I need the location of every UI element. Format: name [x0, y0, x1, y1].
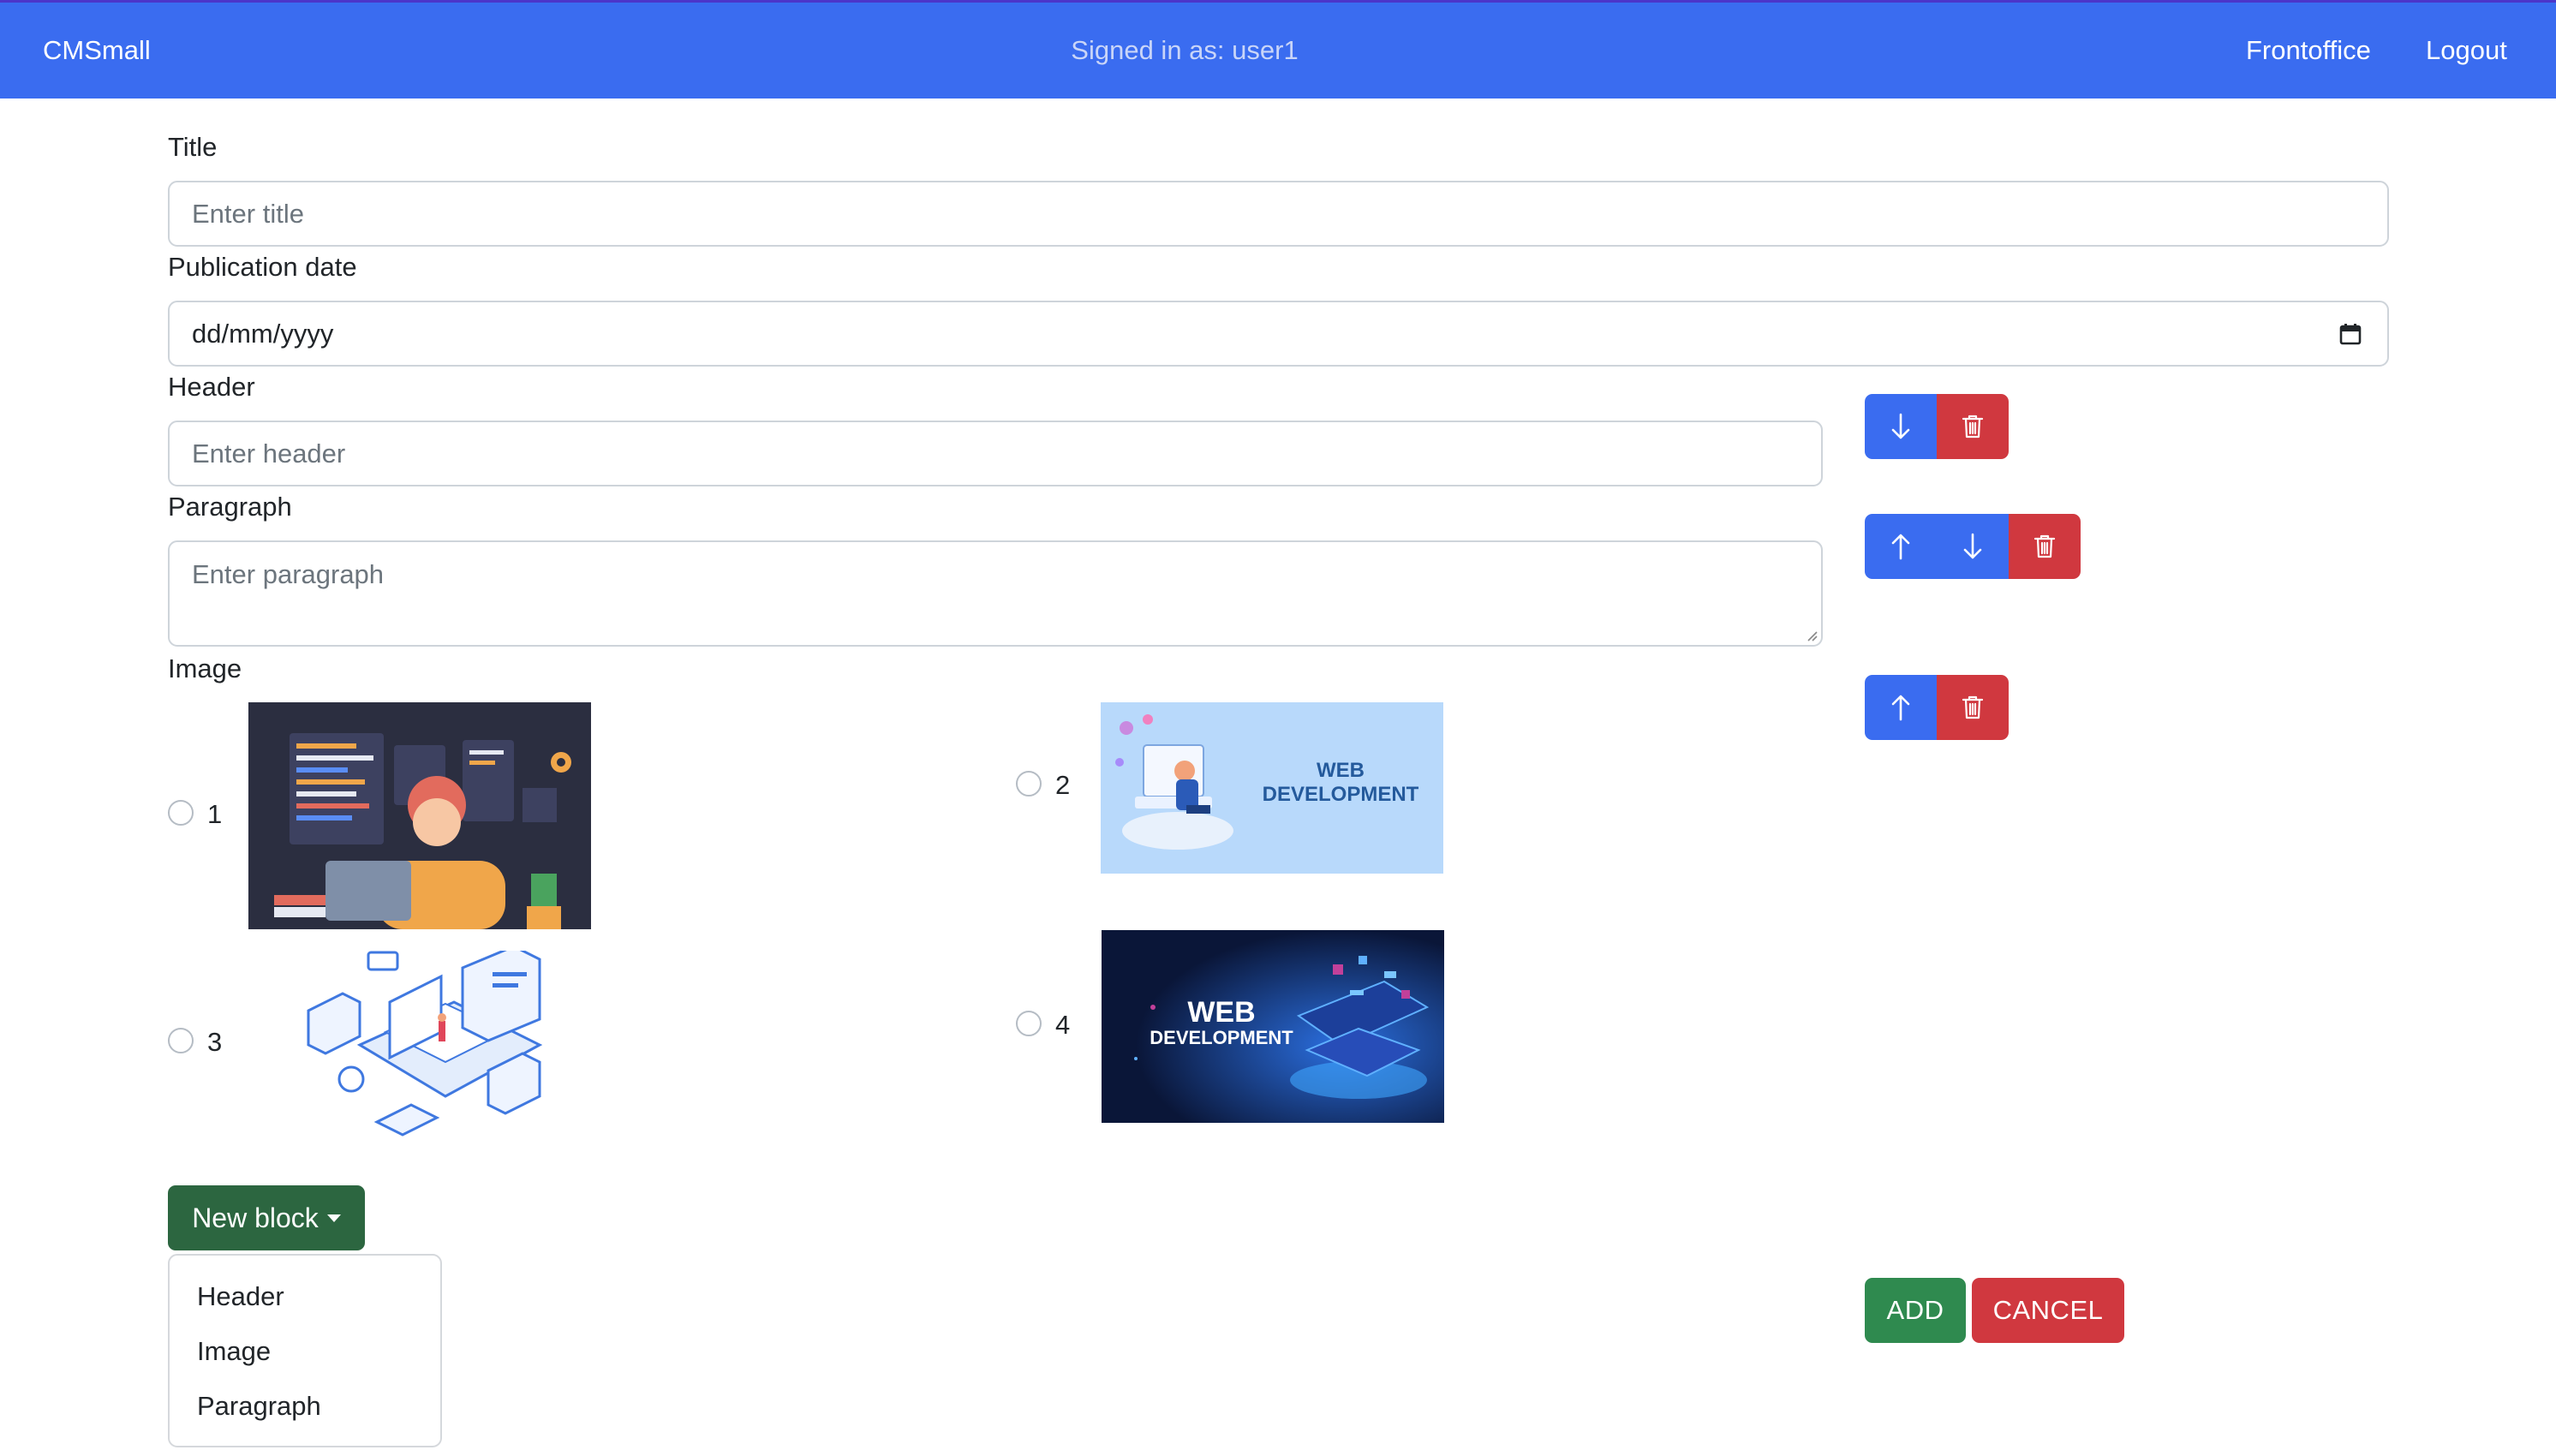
frontoffice-link[interactable]: Frontoffice: [2246, 35, 2371, 66]
header-block-label: Header: [168, 372, 255, 402]
arrow-up-icon: [1891, 695, 1910, 721]
header-input[interactable]: Enter header: [168, 421, 1823, 486]
paragraph-move-up-button[interactable]: [1865, 514, 1937, 579]
image-delete-button[interactable]: [1937, 675, 2009, 740]
image-option-number-4: 4: [1055, 1010, 1071, 1040]
publication-date-label: Publication date: [168, 252, 357, 282]
new-block-label: New block: [192, 1202, 319, 1233]
menu-item-header[interactable]: Header: [197, 1281, 284, 1312]
header-move-down-button[interactable]: [1865, 394, 1937, 459]
publication-date-input[interactable]: dd/mm/yyyy: [168, 301, 2389, 367]
image-radio-1[interactable]: [168, 800, 194, 826]
header-delete-button[interactable]: [1937, 394, 2009, 459]
image-block-label: Image: [168, 653, 242, 683]
image-radio-3[interactable]: [168, 1028, 194, 1053]
logout-link[interactable]: Logout: [2426, 35, 2507, 66]
image-option-number-1: 1: [207, 799, 223, 829]
caret-down-icon: [326, 1214, 341, 1222]
image-option-3-thumbnail[interactable]: [291, 951, 557, 1143]
add-button[interactable]: ADD: [1865, 1278, 1966, 1343]
trash-icon: [1962, 415, 1984, 439]
arrow-up-icon: [1891, 534, 1910, 560]
image-option-1-thumbnail[interactable]: [248, 702, 591, 929]
cancel-button[interactable]: CANCEL: [1972, 1278, 2124, 1343]
paragraph-block-label: Paragraph: [168, 492, 292, 522]
paragraph-placeholder: Enter paragraph: [192, 559, 385, 589]
paragraph-delete-button[interactable]: [2009, 514, 2081, 579]
arrow-down-icon: [1891, 413, 1910, 439]
top-navbar: CMSmall Signed in as: user1 Frontoffice …: [0, 0, 2556, 98]
calendar-icon[interactable]: [2339, 323, 2362, 345]
title-placeholder: Enter title: [192, 198, 304, 229]
title-label: Title: [168, 132, 218, 162]
arrow-down-icon: [1963, 533, 1982, 559]
new-block-dropdown-button[interactable]: New block: [168, 1185, 365, 1250]
image-move-up-button[interactable]: [1865, 675, 1937, 740]
resize-handle-icon[interactable]: [1806, 630, 1818, 641]
developer-illustration-image: [248, 702, 591, 929]
title-input[interactable]: Enter title: [168, 181, 2389, 247]
menu-item-image[interactable]: Image: [197, 1336, 271, 1367]
image-option-number-2: 2: [1055, 770, 1071, 800]
paragraph-textarea[interactable]: Enter paragraph: [168, 540, 1823, 647]
new-block-menu: Header Image Paragraph: [168, 1254, 442, 1447]
header-placeholder: Enter header: [192, 438, 346, 468]
image-option-2-thumbnail[interactable]: WEB DEVELOPMENT: [1101, 702, 1443, 874]
paragraph-move-down-button[interactable]: [1937, 514, 2009, 579]
menu-item-paragraph[interactable]: Paragraph: [197, 1391, 321, 1422]
trash-icon: [2033, 534, 2056, 558]
web-development-caption-2: WEB DEVELOPMENT: [1262, 759, 1419, 806]
image-option-number-3: 3: [207, 1027, 223, 1057]
image-radio-2[interactable]: [1016, 771, 1042, 797]
trash-icon: [1962, 695, 1984, 719]
signed-in-text: Signed in as: user1: [1071, 35, 1299, 65]
date-value: dd/mm/yyyy: [192, 318, 334, 349]
image-option-4-thumbnail[interactable]: WEB DEVELOPMENT: [1102, 930, 1444, 1123]
web-development-caption-4: WEB DEVELOPMENT: [1150, 996, 1293, 1048]
isometric-cms-illustration-image: [307, 951, 543, 1137]
image-radio-4[interactable]: [1016, 1011, 1042, 1036]
